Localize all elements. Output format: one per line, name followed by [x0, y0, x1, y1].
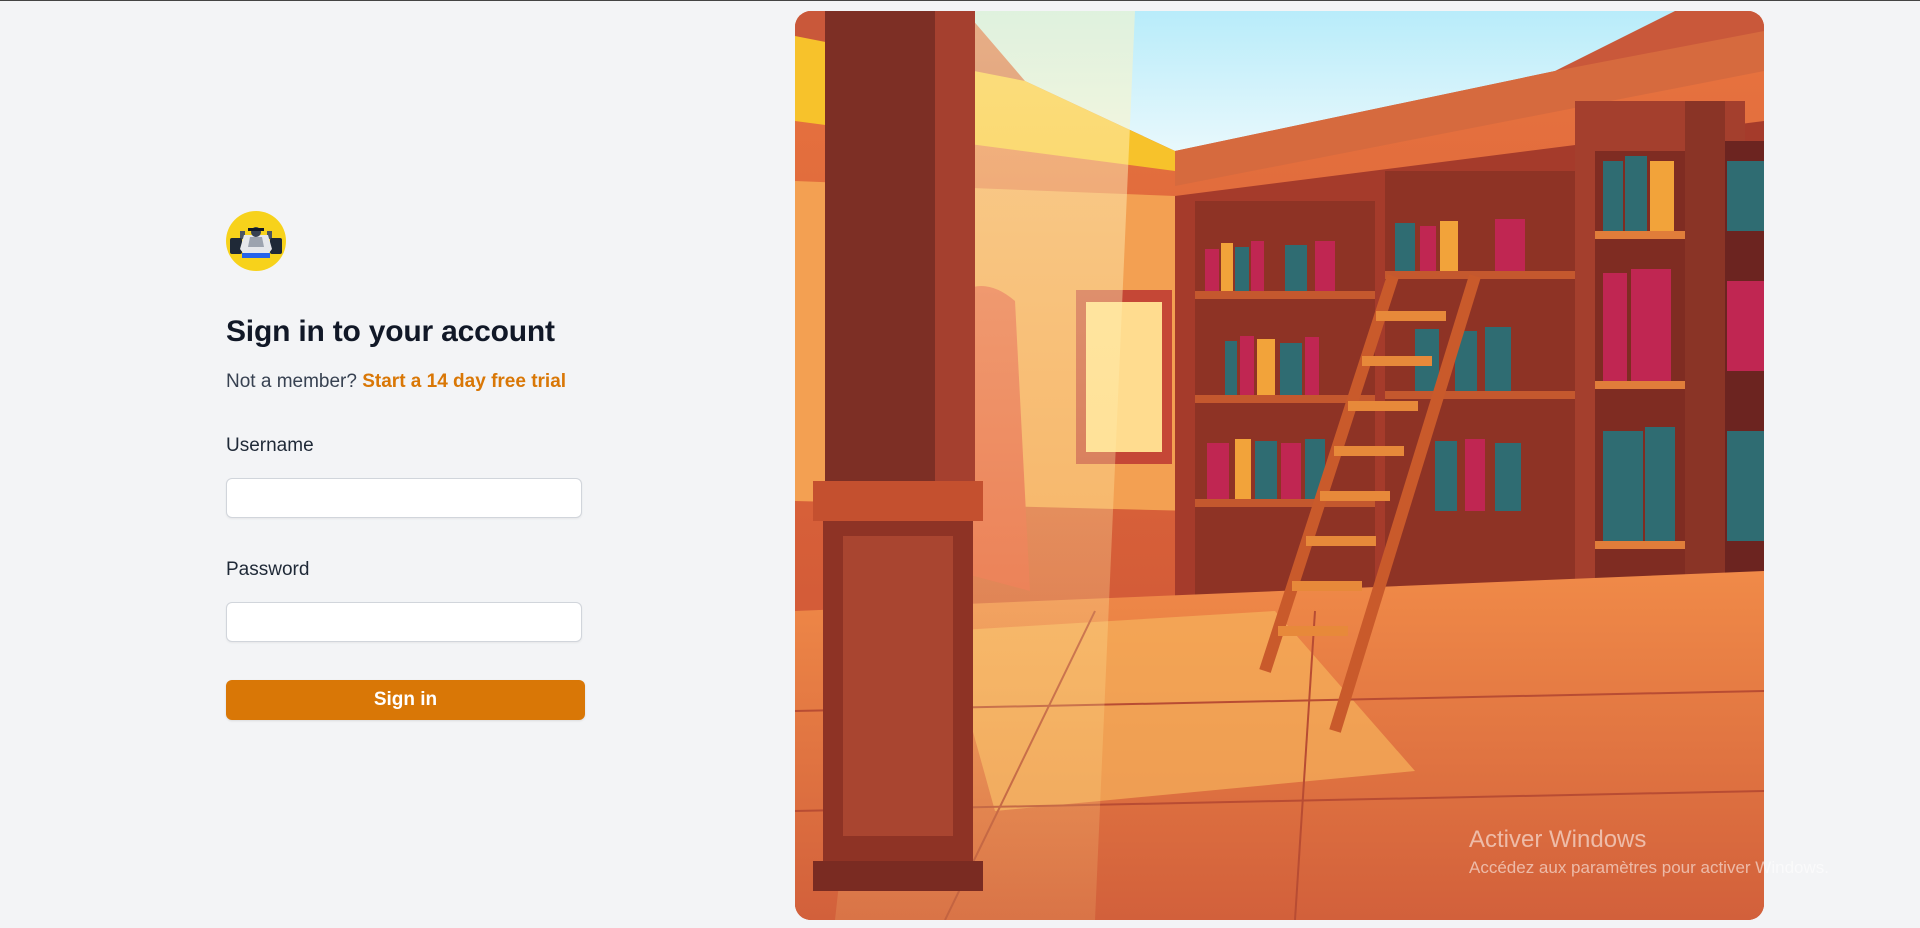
password-input[interactable]	[226, 602, 582, 642]
username-input[interactable]	[226, 478, 582, 518]
page-title: Sign in to your account	[226, 315, 555, 348]
username-label: Username	[226, 435, 314, 456]
trial-prompt: Not a member? Start a 14 day free trial	[226, 371, 566, 393]
race-car-logo-icon	[226, 211, 286, 271]
top-border	[0, 0, 1920, 1]
sign-in-button[interactable]: Sign in	[226, 680, 585, 720]
member-prompt-text: Not a member?	[226, 371, 357, 392]
library-illustration	[795, 11, 1764, 920]
password-label: Password	[226, 559, 310, 580]
free-trial-link[interactable]: Start a 14 day free trial	[362, 371, 566, 392]
